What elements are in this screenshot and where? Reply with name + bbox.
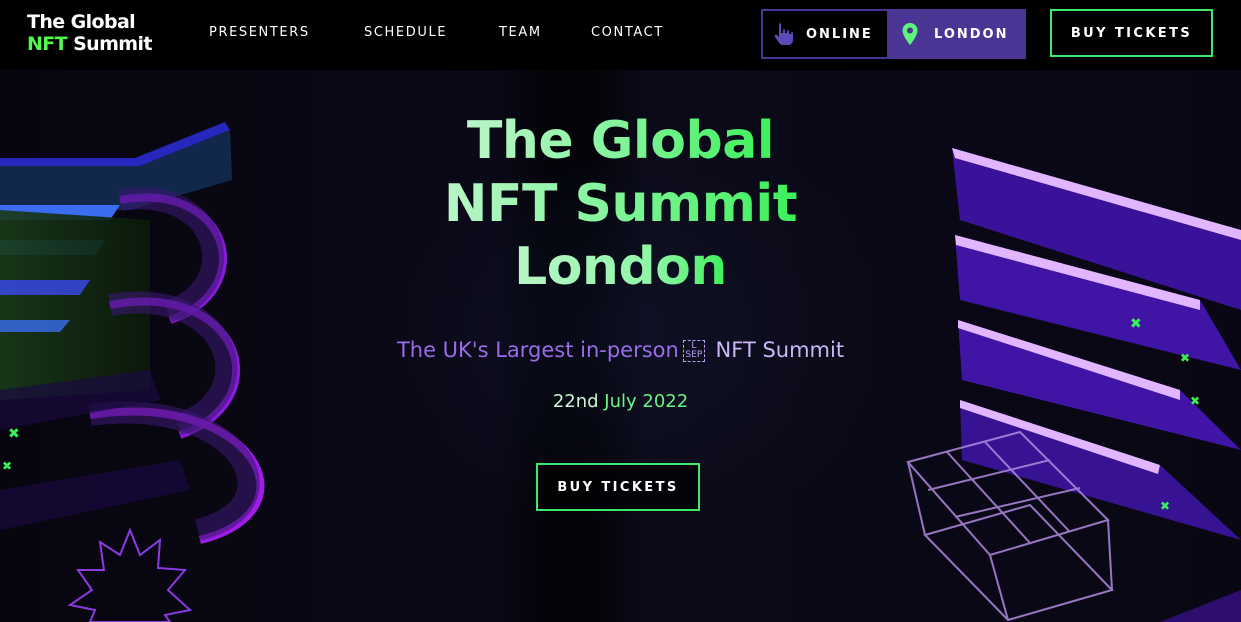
svg-text:✖: ✖ <box>1160 499 1170 513</box>
hero-buy-tickets-button[interactable]: BUY TICKETS <box>536 463 700 511</box>
hero-title-line-2b: Summit <box>574 174 798 234</box>
svg-text:✖: ✖ <box>8 426 20 442</box>
logo-line-2: NFT Summit <box>27 33 152 55</box>
event-date-day: 22nd <box>552 391 605 412</box>
hero-title-line-2: NFT Summit <box>0 173 1241 236</box>
event-mode-toggle: ONLINE LONDON <box>761 9 1026 59</box>
mode-online-label: ONLINE <box>806 26 873 42</box>
mode-london-label: LONDON <box>934 26 1009 42</box>
line-separator-glyph: L SEP <box>682 340 705 362</box>
nav-link-presenters[interactable]: PRESENTERS <box>209 25 310 40</box>
logo-summit: Summit <box>73 33 152 55</box>
nav-link-schedule[interactable]: SCHEDULE <box>364 25 447 40</box>
site-header: The Global NFT Summit PRESENTERS SCHEDUL… <box>0 0 1241 70</box>
hero-title-line-3b: on <box>655 237 727 297</box>
event-date-month-year: July 2022 <box>604 391 689 412</box>
svg-text:✖: ✖ <box>1130 316 1142 332</box>
hero-title: The Global NFT Summit London <box>0 110 1241 299</box>
map-pin-icon <box>901 22 923 46</box>
svg-text:✖: ✖ <box>2 459 12 473</box>
logo-line-1: The Global <box>27 11 136 33</box>
hero-subtitle-tail: NFT Summit <box>708 338 845 362</box>
hero-subtitle-main: The UK's Largest in-person <box>396 338 679 362</box>
hero-title-line-2a: NFT <box>443 174 575 234</box>
hero-subtitle: The UK's Largest in-person L SEP NFT Summ… <box>0 338 1241 362</box>
event-date: 22nd July 2022 <box>0 391 1241 412</box>
logo-nft: NFT <box>27 33 68 55</box>
hero-title-line-1a: The <box>466 111 591 171</box>
hero-title-line-1: The Global <box>0 110 1241 173</box>
mode-london-option[interactable]: LONDON <box>887 11 1024 57</box>
mode-online-option[interactable]: ONLINE <box>763 11 887 57</box>
nav-link-contact[interactable]: CONTACT <box>591 25 664 40</box>
hero-section: ✖ ✖ ✖ ✖ ✖ ✖ The Global NFT Summit London… <box>0 70 1241 622</box>
header-buy-tickets-button[interactable]: BUY TICKETS <box>1050 9 1213 57</box>
hero-title-line-3: London <box>0 236 1241 299</box>
pointer-hand-icon <box>773 22 795 46</box>
site-logo[interactable]: The Global NFT Summit <box>27 11 152 55</box>
hero-title-line-3a: Lond <box>514 237 656 297</box>
hero-title-line-1b: Global <box>590 111 775 171</box>
nav-link-team[interactable]: TEAM <box>499 25 542 40</box>
